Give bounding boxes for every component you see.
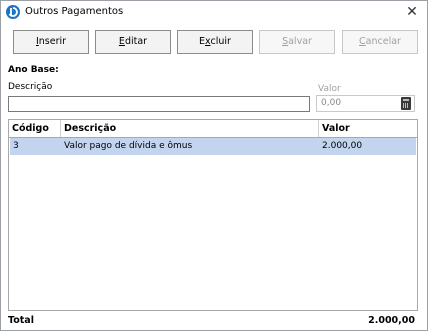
pagamentos-table: Código Descrição Valor 3 Valor pago de d… xyxy=(8,119,418,311)
salvar-button[interactable]: Salvar xyxy=(259,30,335,54)
table-header: Código Descrição Valor xyxy=(9,120,417,138)
cancelar-label-accel: C xyxy=(359,36,366,47)
title-bar: Outros Pagamentos ✕ xyxy=(1,1,427,23)
cell-codigo: 3 xyxy=(13,141,19,151)
inserir-button[interactable]: Inserir xyxy=(13,30,89,54)
editar-label-suffix: ditar xyxy=(124,36,148,47)
valor-label: Valor xyxy=(318,84,341,94)
editar-button[interactable]: Editar xyxy=(95,30,171,54)
dialog-window: Outros Pagamentos ✕ Inserir Editar Exclu… xyxy=(0,0,428,331)
descricao-input[interactable] xyxy=(8,96,310,112)
descricao-label: Descrição xyxy=(8,82,53,92)
calculator-icon[interactable] xyxy=(401,97,411,110)
valor-input-value: 0,00 xyxy=(321,98,342,108)
column-header-valor[interactable]: Valor xyxy=(319,120,417,137)
window-title: Outros Pagamentos xyxy=(25,6,124,17)
cell-valor: 2.000,00 xyxy=(322,141,363,151)
table-row[interactable]: 3 Valor pago de dívida e ômus 2.000,00 xyxy=(10,138,416,155)
cell-descricao: Valor pago de dívida e ômus xyxy=(64,141,193,151)
cancelar-label-suffix: ancelar xyxy=(365,36,401,47)
column-header-codigo[interactable]: Código xyxy=(9,120,61,137)
excluir-button[interactable]: Excluir xyxy=(177,30,253,54)
close-icon: ✕ xyxy=(406,4,418,20)
close-button[interactable]: ✕ xyxy=(403,3,421,21)
ano-base-label: Ano Base: xyxy=(8,65,59,75)
toolbar: Inserir Editar Excluir Salvar Cancelar xyxy=(13,30,418,54)
total-value: 2.000,00 xyxy=(368,315,415,326)
column-header-descricao[interactable]: Descrição xyxy=(61,120,319,137)
excluir-label-suffix: cluir xyxy=(210,36,231,47)
salvar-label-suffix: alvar xyxy=(288,36,312,47)
app-logo-icon xyxy=(6,5,20,19)
total-label: Total xyxy=(8,315,34,326)
cancelar-button[interactable]: Cancelar xyxy=(342,30,418,54)
inserir-label-suffix: nserir xyxy=(38,36,67,47)
